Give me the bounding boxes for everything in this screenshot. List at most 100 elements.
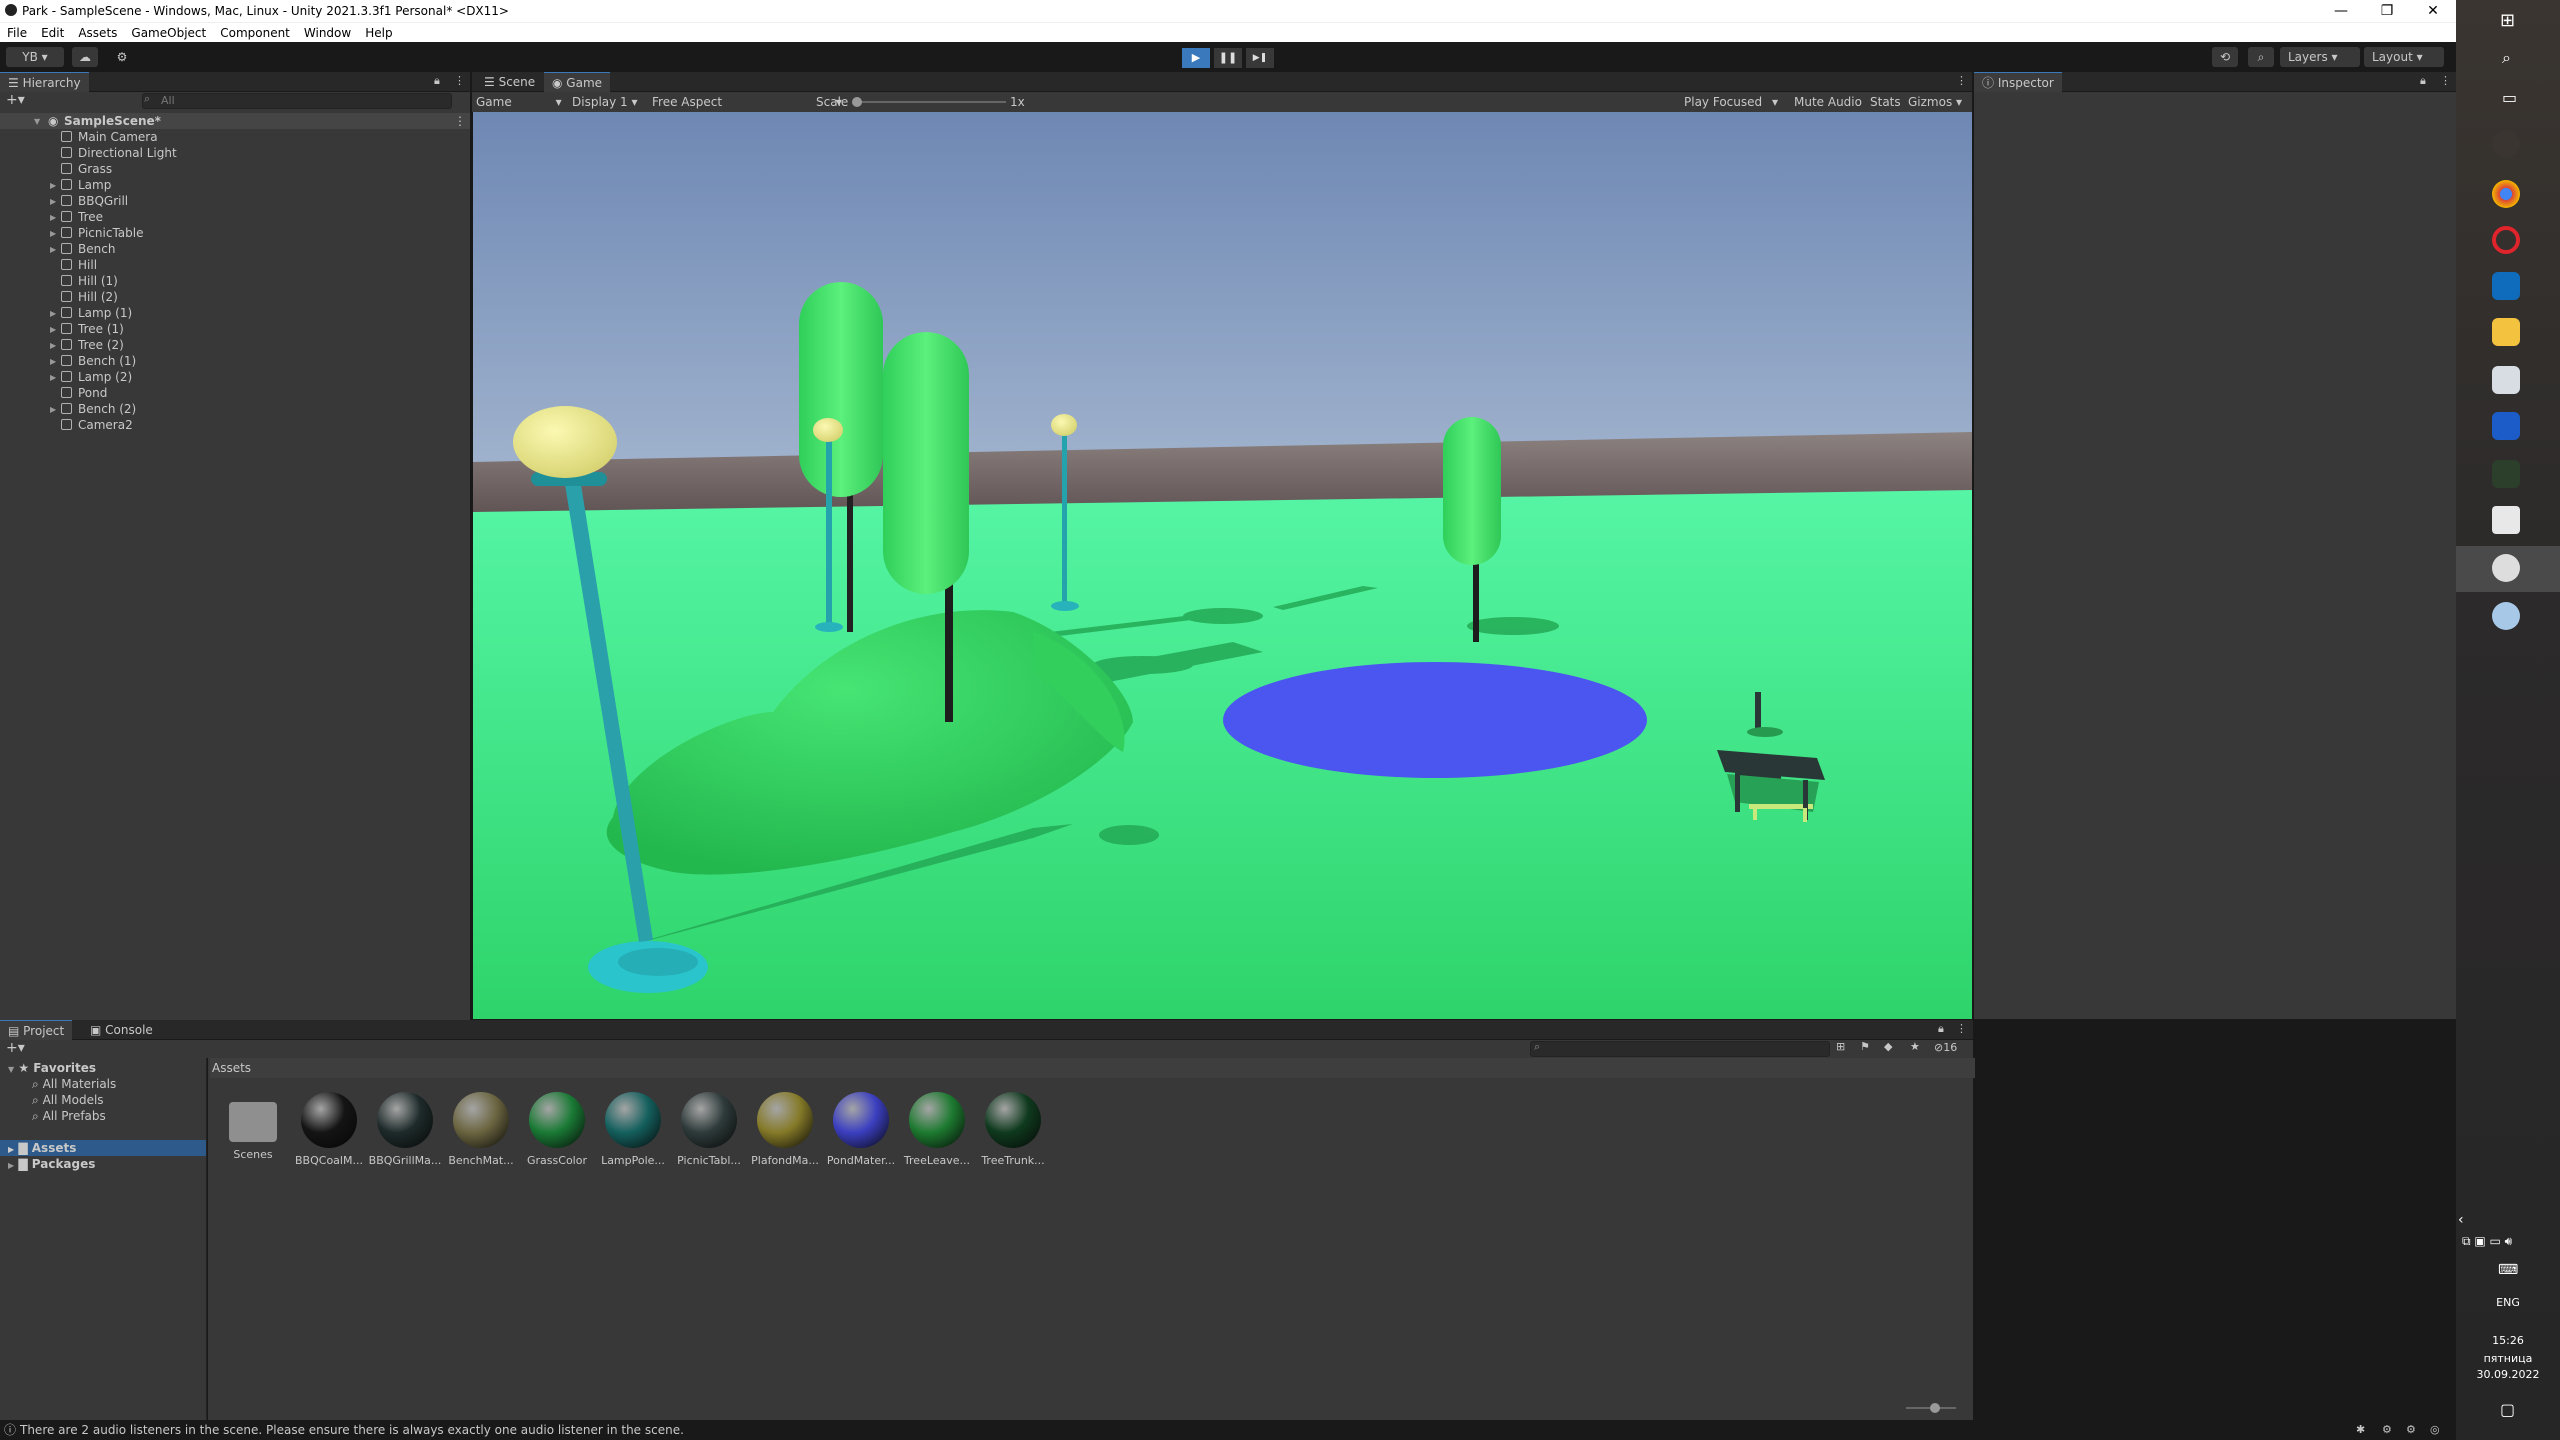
more-options-icon[interactable]: ⋮ xyxy=(1956,1022,1967,1035)
nvidia-icon[interactable] xyxy=(2492,460,2520,488)
scene-menu-icon[interactable]: ⋮ xyxy=(454,113,466,129)
game-mode-dropdown[interactable]: Game ▾ xyxy=(476,92,562,112)
expand-arrow-icon[interactable]: ▶ xyxy=(50,242,56,258)
aspect-dropdown[interactable]: Free Aspect ▾ xyxy=(652,92,842,112)
weather-icon[interactable] xyxy=(2492,130,2520,158)
lock-icon[interactable]: 🔒︎ xyxy=(2420,74,2426,88)
status-bar[interactable]: ⓘ There are 2 audio listeners in the sce… xyxy=(0,1420,2456,1440)
chevron-left-icon[interactable]: ‹ xyxy=(2458,1212,2464,1228)
menu-component[interactable]: Component xyxy=(213,23,297,40)
menu-file[interactable]: File xyxy=(0,23,34,40)
asset-material[interactable]: BenchMat... xyxy=(444,1092,518,1167)
assets-folder-row[interactable]: ▶ ▇ Assets xyxy=(0,1140,206,1156)
hierarchy-item[interactable]: Directional Light xyxy=(0,145,470,161)
asset-material[interactable]: LampPole... xyxy=(596,1092,670,1167)
expand-arrow-icon[interactable]: ▶ xyxy=(50,322,56,338)
scene-root-row[interactable]: ▼ ◉ SampleScene* ⋮ xyxy=(0,113,470,129)
mute-audio-toggle[interactable]: Mute Audio xyxy=(1794,92,1862,112)
tab-inspector[interactable]: ⓘ Inspector xyxy=(1974,72,2062,92)
scale-slider-track[interactable] xyxy=(856,101,1006,103)
project-search-input[interactable] xyxy=(1530,1041,1830,1057)
photos-icon[interactable] xyxy=(2492,366,2520,394)
asset-material[interactable]: BBQGrillMa... xyxy=(368,1092,442,1167)
favorite-all-models[interactable]: ⌕ All Models xyxy=(32,1092,104,1108)
hierarchy-item[interactable]: ▶ BBQGrill xyxy=(0,193,470,209)
pause-button[interactable]: ❚❚ xyxy=(1214,48,1242,68)
hierarchy-item[interactable]: Grass xyxy=(0,161,470,177)
keyboard-icon[interactable]: ⌨ xyxy=(2498,1262,2518,1278)
hierarchy-item[interactable]: ▶ Tree (2) xyxy=(0,337,470,353)
expand-arrow-icon[interactable]: ▶ xyxy=(50,210,56,226)
lock-icon[interactable]: 🔒︎ xyxy=(1938,1022,1944,1036)
display-dropdown[interactable]: Display 1 ▾ xyxy=(572,92,638,112)
language-indicator[interactable]: ENG xyxy=(2456,1296,2560,1309)
menu-assets[interactable]: Assets xyxy=(71,23,124,40)
asset-material[interactable]: PlafondMa... xyxy=(748,1092,822,1167)
notifications-icon[interactable]: ▢ xyxy=(2500,1400,2515,1419)
history-icon[interactable]: ⟲ xyxy=(2212,47,2238,67)
hierarchy-item[interactable]: ▶ Lamp (2) xyxy=(0,369,470,385)
discord-icon[interactable] xyxy=(2492,602,2520,630)
menu-edit[interactable]: Edit xyxy=(34,23,71,40)
stats-toggle[interactable]: Stats xyxy=(1870,92,1901,112)
hierarchy-item[interactable]: ▶ Bench xyxy=(0,241,470,257)
menu-window[interactable]: Window xyxy=(297,23,358,40)
asset-material[interactable]: BBQCoalM... xyxy=(292,1092,366,1167)
step-button[interactable]: ▶❚ xyxy=(1246,48,1274,68)
hierarchy-item[interactable]: ▶ Tree (1) xyxy=(0,321,470,337)
search-by-label-icon[interactable]: ⚑ xyxy=(1860,1040,1870,1053)
game-view-viewport[interactable] xyxy=(473,112,1972,1019)
asset-material[interactable]: TreeTrunk... xyxy=(976,1092,1050,1167)
tab-game[interactable]: ◉ Game xyxy=(544,72,611,92)
asset-material[interactable]: PondMater... xyxy=(824,1092,898,1167)
expand-arrow-icon[interactable]: ▶ xyxy=(50,338,56,354)
hierarchy-item[interactable]: Hill xyxy=(0,257,470,273)
minimize-button[interactable]: — xyxy=(2318,0,2364,22)
tab-project[interactable]: ▤ Project xyxy=(0,1020,73,1040)
hierarchy-item[interactable]: ▶ Lamp xyxy=(0,177,470,193)
play-focused-dropdown[interactable]: Play Focused ▾ xyxy=(1684,92,1778,112)
expand-arrow-icon[interactable]: ▶ xyxy=(50,226,56,242)
hierarchy-item[interactable]: Camera2 xyxy=(0,417,470,433)
menu-help[interactable]: Help xyxy=(358,23,399,40)
search-icon[interactable]: ⌕ xyxy=(2502,48,2511,68)
chrome-icon[interactable] xyxy=(2492,180,2520,208)
auto-generate-icon[interactable]: ◎ xyxy=(2430,1420,2440,1440)
expand-arrow-icon[interactable]: ▶ xyxy=(50,354,56,370)
favorites-row[interactable]: ▼ ★ Favorites xyxy=(8,1060,96,1076)
hidden-packages-toggle[interactable]: ⊘16 xyxy=(1934,1041,1957,1054)
expand-arrow-icon[interactable]: ▶ xyxy=(50,370,56,386)
account-dropdown[interactable]: YB ▾ xyxy=(6,47,64,67)
expand-arrow-icon[interactable]: ▶ xyxy=(50,306,56,322)
asset-material[interactable]: TreeLeave... xyxy=(900,1092,974,1167)
progress-icon[interactable]: ⚙ xyxy=(2382,1420,2392,1440)
restore-button[interactable]: ❐ xyxy=(2364,0,2410,22)
add-object-button[interactable]: +▾ xyxy=(6,92,25,108)
clock-time[interactable]: 15:26 xyxy=(2456,1334,2560,1347)
tray-icons[interactable]: ⧉ ▣ ▭ 🔊︎ xyxy=(2462,1234,2512,1249)
hierarchy-item[interactable]: ▶ Bench (1) xyxy=(0,353,470,369)
search-icon[interactable]: ⌕ xyxy=(2248,47,2274,67)
hierarchy-item[interactable]: Hill (2) xyxy=(0,289,470,305)
task-view-icon[interactable]: ▭ xyxy=(2502,88,2517,107)
icon-size-slider-thumb[interactable] xyxy=(1930,1403,1940,1413)
create-asset-button[interactable]: +▾ xyxy=(6,1040,25,1056)
menu-gameobject[interactable]: GameObject xyxy=(124,23,213,40)
search-by-type-icon[interactable]: ⊞ xyxy=(1836,1040,1845,1053)
tab-scene[interactable]: ☰ Scene xyxy=(476,72,543,92)
hierarchy-item[interactable]: ▶ Bench (2) xyxy=(0,401,470,417)
play-button[interactable]: ▶ xyxy=(1182,48,1210,68)
cloud-icon[interactable]: ☁ xyxy=(72,47,98,67)
more-options-icon[interactable]: ⋮ xyxy=(2440,74,2451,87)
lighting-icon[interactable]: ⚙ xyxy=(2406,1420,2416,1440)
more-options-icon[interactable]: ⋮ xyxy=(454,74,465,87)
word-icon[interactable] xyxy=(2492,412,2520,440)
favorite-all-materials[interactable]: ⌕ All Materials xyxy=(32,1076,116,1092)
windows-start-icon[interactable]: ⊞ xyxy=(2500,10,2515,31)
outlook-icon[interactable] xyxy=(2492,272,2520,300)
gizmos-dropdown[interactable]: Gizmos ▾ xyxy=(1908,92,1962,112)
tab-console[interactable]: ▣ Console xyxy=(82,1020,161,1040)
gear-icon[interactable]: ⚙ xyxy=(110,47,134,67)
favorite-star-icon[interactable]: ★ xyxy=(1910,1040,1920,1053)
hierarchy-item[interactable]: ▶ Lamp (1) xyxy=(0,305,470,321)
